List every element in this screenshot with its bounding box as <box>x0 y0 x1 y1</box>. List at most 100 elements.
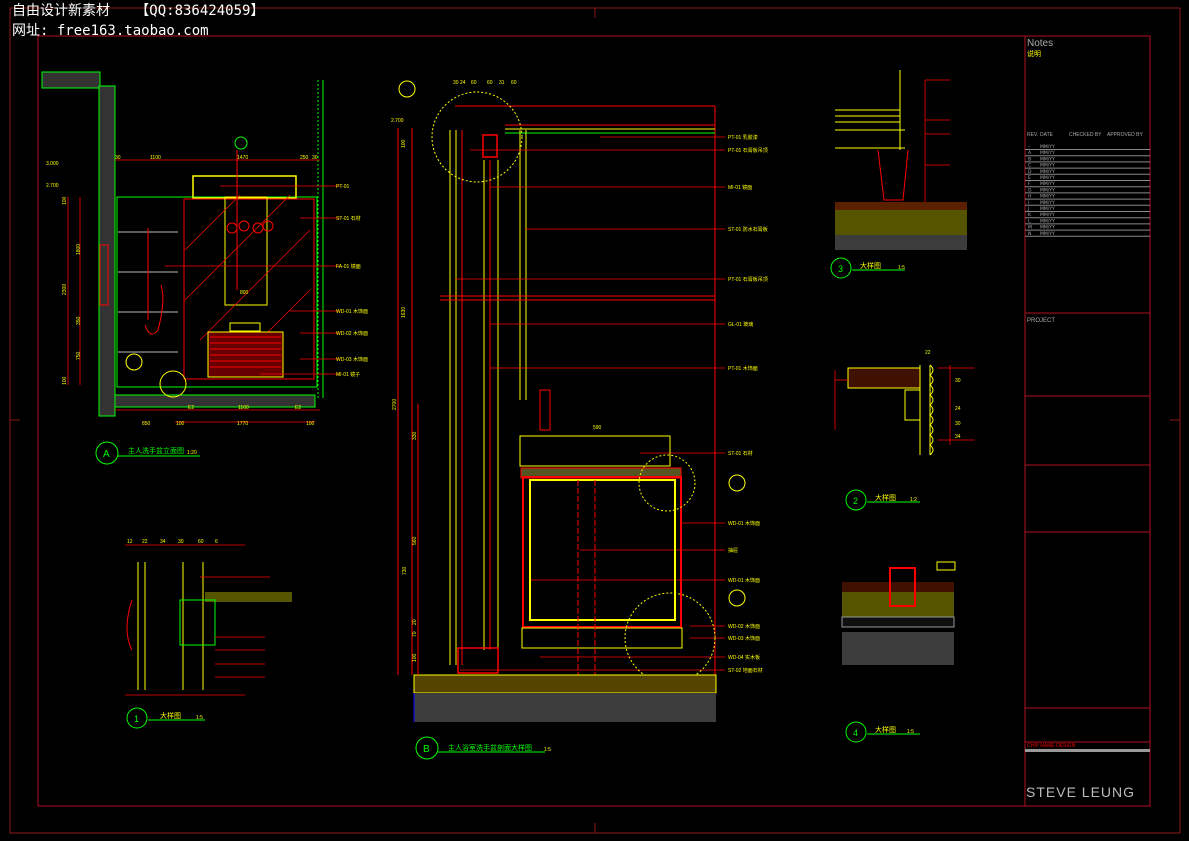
drawing-a-elevation <box>41 71 340 423</box>
watermark-line-2: 网址: free163.taobao.com <box>12 23 209 39</box>
dim: 100 <box>401 139 407 148</box>
scale-note: CHIP NAME DESIGN <box>1027 743 1076 749</box>
dim: 30 <box>955 378 961 384</box>
drawing-tag: B <box>423 744 430 755</box>
callout: WD-03 木饰面 <box>336 356 368 363</box>
drawing-a-callouts: PT-01 ST-01 石材 FA-01 镜面 WD-01 木饰面 WD-02 … <box>336 184 368 378</box>
drawing-title: 主人浴室洗手盆剖面大样图 <box>448 743 532 752</box>
revision-row-id: N <box>1028 231 1031 237</box>
callout: FA-01 镜面 <box>336 263 361 270</box>
dim: 70 <box>412 631 418 637</box>
revision-row-date: MM/YY <box>1040 150 1055 156</box>
revision-row-id: H <box>1028 194 1031 200</box>
watermark-line-1: 自由设计新素材 【QQ:836424059】 <box>12 3 265 19</box>
dim: 30 <box>312 155 318 161</box>
revision-row-date: MM/YY <box>1040 156 1055 162</box>
callout: PT-01 石膏板吊顶 <box>728 276 768 283</box>
dim: 1470 <box>237 155 248 161</box>
date-col: DATE <box>1040 132 1054 138</box>
dim: 250 <box>300 155 309 161</box>
dim: 30 <box>453 80 459 86</box>
dim: 24 <box>460 80 466 86</box>
callout: PT-01 木饰面 <box>728 365 758 372</box>
revision-row-date: MM/YY <box>1040 194 1055 200</box>
dim: 750 <box>76 351 82 360</box>
callout: ST-01 石材 <box>336 215 361 222</box>
drawing-title: 大样图 <box>875 493 896 502</box>
dim: 31 <box>499 80 505 86</box>
revision-row-id: J <box>1027 206 1029 212</box>
revision-row-id: I <box>1028 200 1029 206</box>
revision-row-id: G <box>1028 187 1032 193</box>
callout: ST-02 地面石材 <box>728 667 763 674</box>
dim: 330 <box>412 431 418 440</box>
drawing-scale: 1:5 <box>898 265 905 271</box>
level-mark: 3.000 <box>46 161 59 167</box>
drawing-title: 主人洗手盆立面图 <box>128 446 184 455</box>
detail-3: 3 大样图 1:5 <box>830 70 967 279</box>
callout: GL-01 玻璃 <box>728 321 753 328</box>
drawing-scale: 1:5 <box>196 715 203 721</box>
revision-row-date: MM/YY <box>1040 163 1055 169</box>
revision-row-date: MM/YY <box>1040 181 1055 187</box>
drawing-a-dimensions: 30 1100 1470 250 30 E2 1160 E2 850 100 1… <box>46 155 318 427</box>
callout: WD-01 木饰面 <box>728 520 760 527</box>
title-bar <box>1025 749 1150 752</box>
drawing-title: 大样图 <box>860 261 881 270</box>
dim: 60 <box>511 80 517 86</box>
revision-row-id: B <box>1028 156 1031 162</box>
drawing-scale: 1:2 <box>910 497 917 503</box>
project-label: PROJECT <box>1027 318 1055 324</box>
callout: PT-01 <box>336 184 350 190</box>
dim: 560 <box>412 536 418 545</box>
revision-row-date: MM/YY <box>1040 206 1055 212</box>
revision-row-date: MM/YY <box>1040 231 1055 237</box>
revision-row-id: C <box>1028 163 1031 169</box>
dim: 34 <box>955 434 961 440</box>
dim: 100 <box>62 196 68 205</box>
callout: MI-01 镜子 <box>336 371 360 378</box>
callout: ST-01 防水石膏板 <box>728 226 768 233</box>
revision-row-date: MM/YY <box>1040 175 1055 181</box>
checked-col: CHECKED BY <box>1069 132 1102 138</box>
dim: 12 <box>127 539 133 545</box>
drawing-tag: 1 <box>134 714 139 724</box>
dim: 1100 <box>150 155 161 161</box>
drawing-b-title: B 主人浴室洗手盆剖面大样图 1:5 <box>415 736 551 760</box>
dim: 100 <box>412 653 418 662</box>
revision-row-id: F <box>1028 181 1031 187</box>
drawing-tag: 3 <box>838 264 843 274</box>
revision-row-id: M <box>1028 225 1032 231</box>
dim: 100 <box>176 421 185 427</box>
dim: 30 <box>178 539 184 545</box>
drawing-b-section <box>397 80 746 722</box>
dim: 590 <box>593 425 602 431</box>
callout: WD-02 木饰面 <box>728 623 760 630</box>
drawing-b-dimensions: 30 24 60 60 31 60 2.700 590 100 1630 270… <box>391 80 602 662</box>
callout: ST-01 石材 <box>728 450 753 457</box>
revision-row-date: MM/YY <box>1040 187 1055 193</box>
dim: 850 <box>142 421 151 427</box>
drawing-a-title: A 主人洗手盆立面图 1:20 <box>95 441 200 465</box>
drawing-scale: 1:5 <box>907 729 914 735</box>
approved-col: APPROVED BY <box>1107 132 1144 138</box>
dim: 34 <box>160 539 166 545</box>
revision-table: - MM/YYA MM/YYB MM/YYC MM/YYD MM/YYE MM/YYF MM/… <box>1025 144 1150 237</box>
drawing-tag: A <box>103 449 110 460</box>
level-mark: 2.700 <box>391 118 404 124</box>
dim: 24 <box>955 406 961 412</box>
firm-logo: STEVE LEUNG <box>1026 784 1135 800</box>
callout: WD-04 实木板 <box>728 654 760 661</box>
dim: 22 <box>925 350 931 356</box>
callout: WD-01 木饰面 <box>728 577 760 584</box>
level-mark: 2.700 <box>46 183 59 189</box>
callout: PT-01 石膏板吊顶 <box>728 147 768 154</box>
drawing-scale: 1:20 <box>187 450 197 456</box>
dim: 1160 <box>238 405 249 411</box>
callout: PT-01 乳胶漆 <box>728 134 758 141</box>
drawing-title: 大样图 <box>875 725 896 734</box>
dim: E2 <box>188 405 194 411</box>
revision-row-date: MM/YY <box>1040 169 1055 175</box>
rev-col: REV. <box>1027 132 1038 138</box>
detail-1: 12 22 34 30 60 6 1 大样图 1:5 <box>125 539 292 729</box>
